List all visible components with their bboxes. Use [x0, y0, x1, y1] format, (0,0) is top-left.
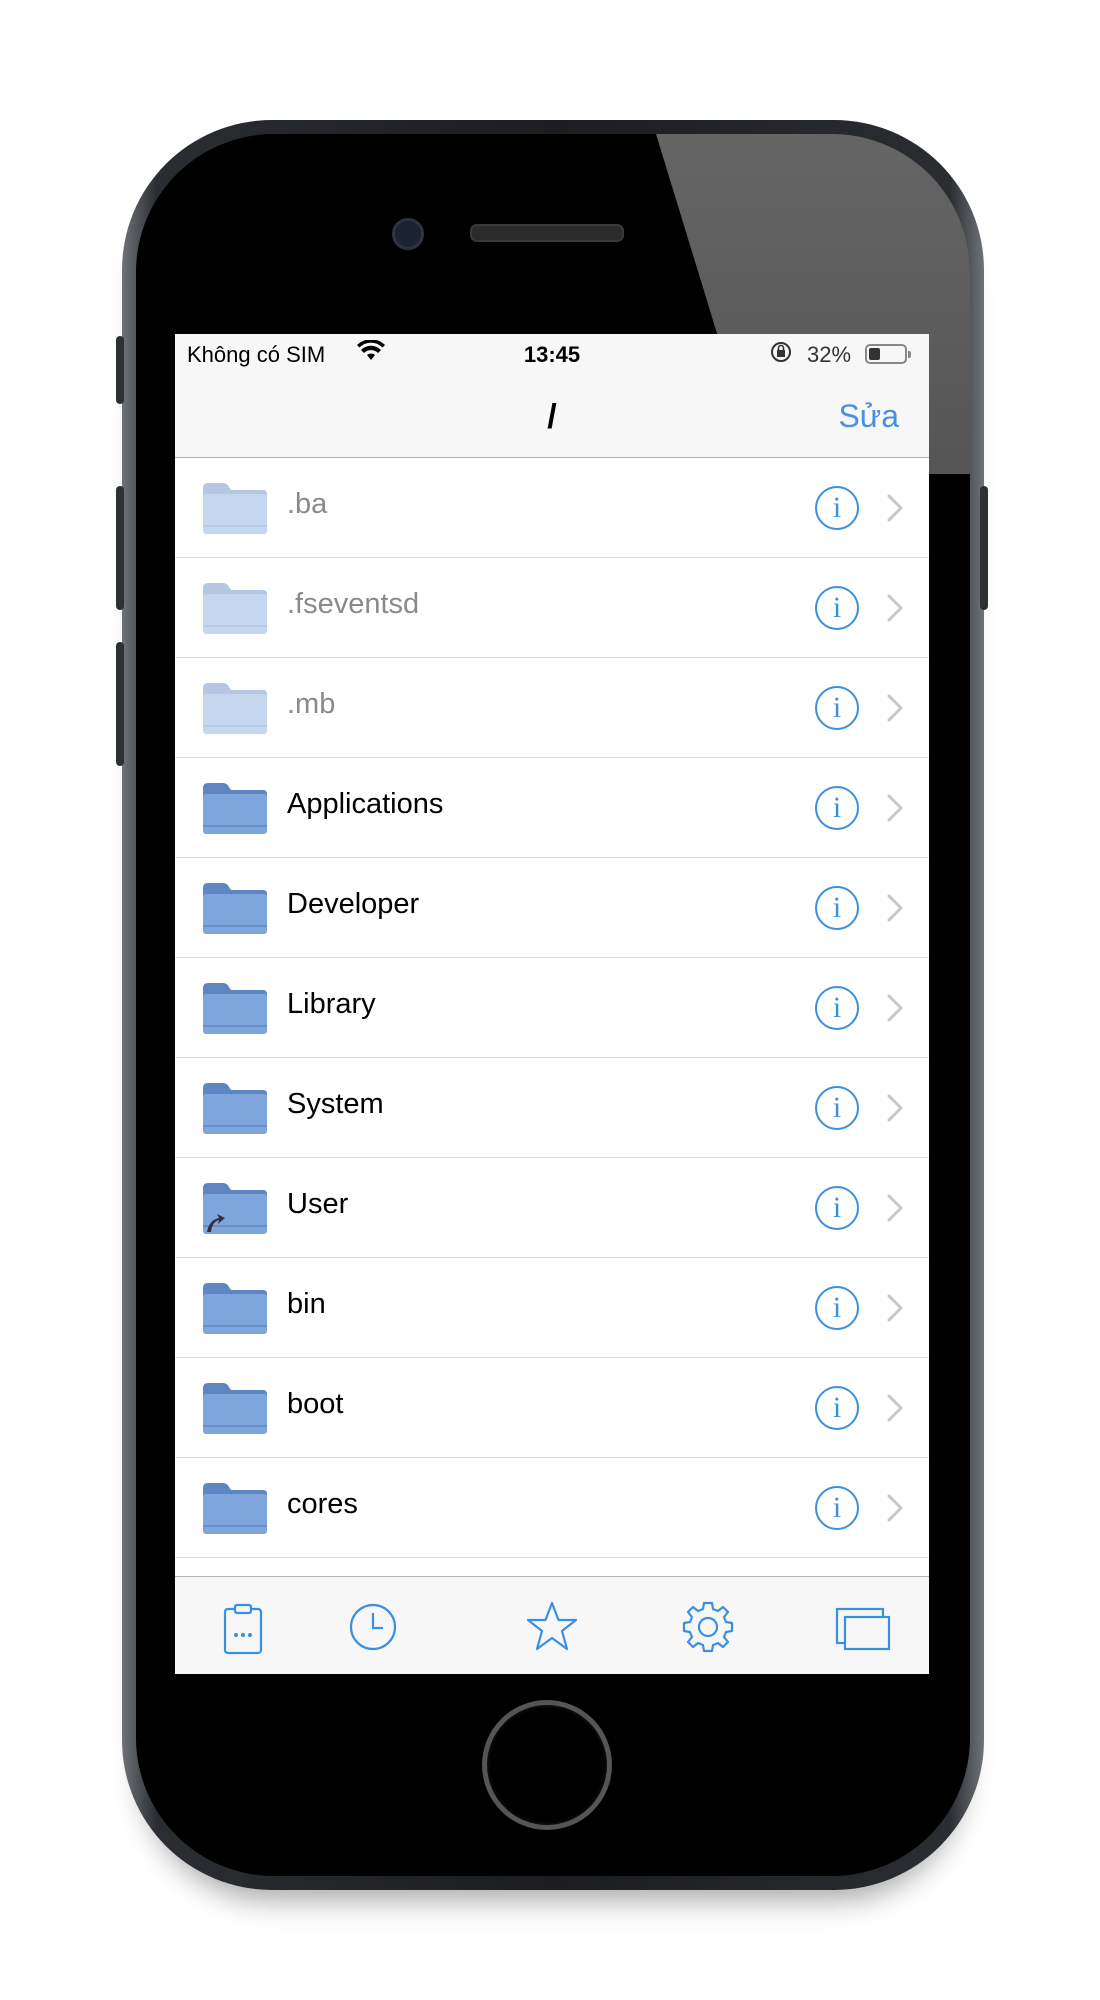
battery-tip — [908, 351, 911, 358]
chevron-right-icon — [879, 488, 913, 528]
file-row[interactable]: Developer i — [175, 858, 929, 958]
file-name: boot — [287, 1388, 344, 1420]
tab-bar — [175, 1576, 929, 1674]
folder-icon — [201, 1080, 269, 1136]
info-icon[interactable]: i — [815, 686, 859, 730]
navigation-bar: / Sửa — [175, 376, 929, 458]
file-row[interactable]: .fseventsd i — [175, 558, 929, 658]
file-row[interactable]: bin i — [175, 1258, 929, 1358]
file-name: .fseventsd — [287, 588, 420, 620]
folder-icon — [201, 780, 269, 836]
power-button — [980, 486, 988, 610]
chevron-right-icon — [879, 688, 913, 728]
info-icon[interactable]: i — [815, 1186, 859, 1230]
volume-up-button — [116, 486, 124, 610]
file-row[interactable]: Library i — [175, 958, 929, 1058]
file-name: Developer — [287, 888, 420, 920]
info-icon[interactable]: i — [815, 586, 859, 630]
file-row[interactable]: User i — [175, 1158, 929, 1258]
star-icon — [526, 1601, 578, 1651]
windows-icon — [835, 1607, 891, 1651]
tab-favorites[interactable] — [522, 1597, 582, 1657]
chevron-right-icon — [879, 888, 913, 928]
home-button[interactable] — [482, 1700, 612, 1830]
chevron-right-icon — [879, 588, 913, 628]
file-name: .ba — [287, 488, 328, 520]
file-row[interactable]: boot i — [175, 1358, 929, 1458]
file-row[interactable]: Applications i — [175, 758, 929, 858]
tab-clipboard[interactable] — [213, 1597, 273, 1657]
folder-icon — [201, 880, 269, 936]
volume-down-button — [116, 642, 124, 766]
chevron-right-icon — [879, 1088, 913, 1128]
file-name: Library — [287, 988, 376, 1020]
info-icon[interactable]: i — [815, 1486, 859, 1530]
battery-icon — [865, 344, 911, 364]
file-row[interactable]: .mb i — [175, 658, 929, 758]
info-icon[interactable]: i — [815, 886, 859, 930]
info-icon[interactable]: i — [815, 486, 859, 530]
front-camera — [392, 218, 424, 250]
file-name: .mb — [287, 688, 336, 720]
info-icon[interactable]: i — [815, 1386, 859, 1430]
file-name: cores — [287, 1488, 358, 1520]
chevron-right-icon — [879, 788, 913, 828]
file-name: System — [287, 1088, 384, 1120]
folder-icon — [201, 1280, 269, 1336]
info-icon[interactable]: i — [815, 986, 859, 1030]
file-row[interactable]: .ba i — [175, 458, 929, 558]
status-bar: Không có SIM 13:45 32% — [175, 334, 929, 376]
rotation-lock-icon — [769, 340, 793, 370]
file-name: User — [287, 1188, 349, 1220]
tab-recent[interactable] — [343, 1597, 403, 1657]
clipboard-icon — [223, 1603, 263, 1655]
folder-icon — [201, 480, 269, 536]
folder-icon — [201, 580, 269, 636]
earpiece-speaker — [470, 224, 624, 242]
folder-icon — [201, 680, 269, 736]
battery-percent: 32% — [807, 342, 852, 367]
gear-icon — [682, 1601, 734, 1653]
folder-icon — [201, 1480, 269, 1536]
clock-icon — [349, 1603, 397, 1651]
chevron-right-icon — [879, 1288, 913, 1328]
edit-button[interactable]: Sửa — [838, 398, 899, 435]
chevron-right-icon — [879, 1188, 913, 1228]
page-title: / — [547, 398, 557, 436]
chevron-right-icon — [879, 1488, 913, 1528]
chevron-right-icon — [879, 988, 913, 1028]
battery-fill — [869, 348, 880, 360]
screen: Không có SIM 13:45 32% / Sửa .ba i .fsev… — [175, 334, 929, 1674]
tab-settings[interactable] — [678, 1597, 738, 1657]
chevron-right-icon — [879, 1388, 913, 1428]
mute-switch — [116, 336, 124, 404]
file-name: bin — [287, 1288, 326, 1320]
info-icon[interactable]: i — [815, 786, 859, 830]
tab-windows[interactable] — [833, 1597, 893, 1657]
folder-icon — [201, 1380, 269, 1436]
file-row[interactable]: cores i — [175, 1458, 929, 1558]
info-icon[interactable]: i — [815, 1286, 859, 1330]
file-row[interactable]: System i — [175, 1058, 929, 1158]
folder-alias-icon — [201, 1180, 269, 1236]
folder-icon — [201, 980, 269, 1036]
info-icon[interactable]: i — [815, 1086, 859, 1130]
file-name: Applications — [287, 788, 444, 820]
file-list: .ba i .fseventsd i .mb i Applications i … — [175, 458, 929, 1558]
